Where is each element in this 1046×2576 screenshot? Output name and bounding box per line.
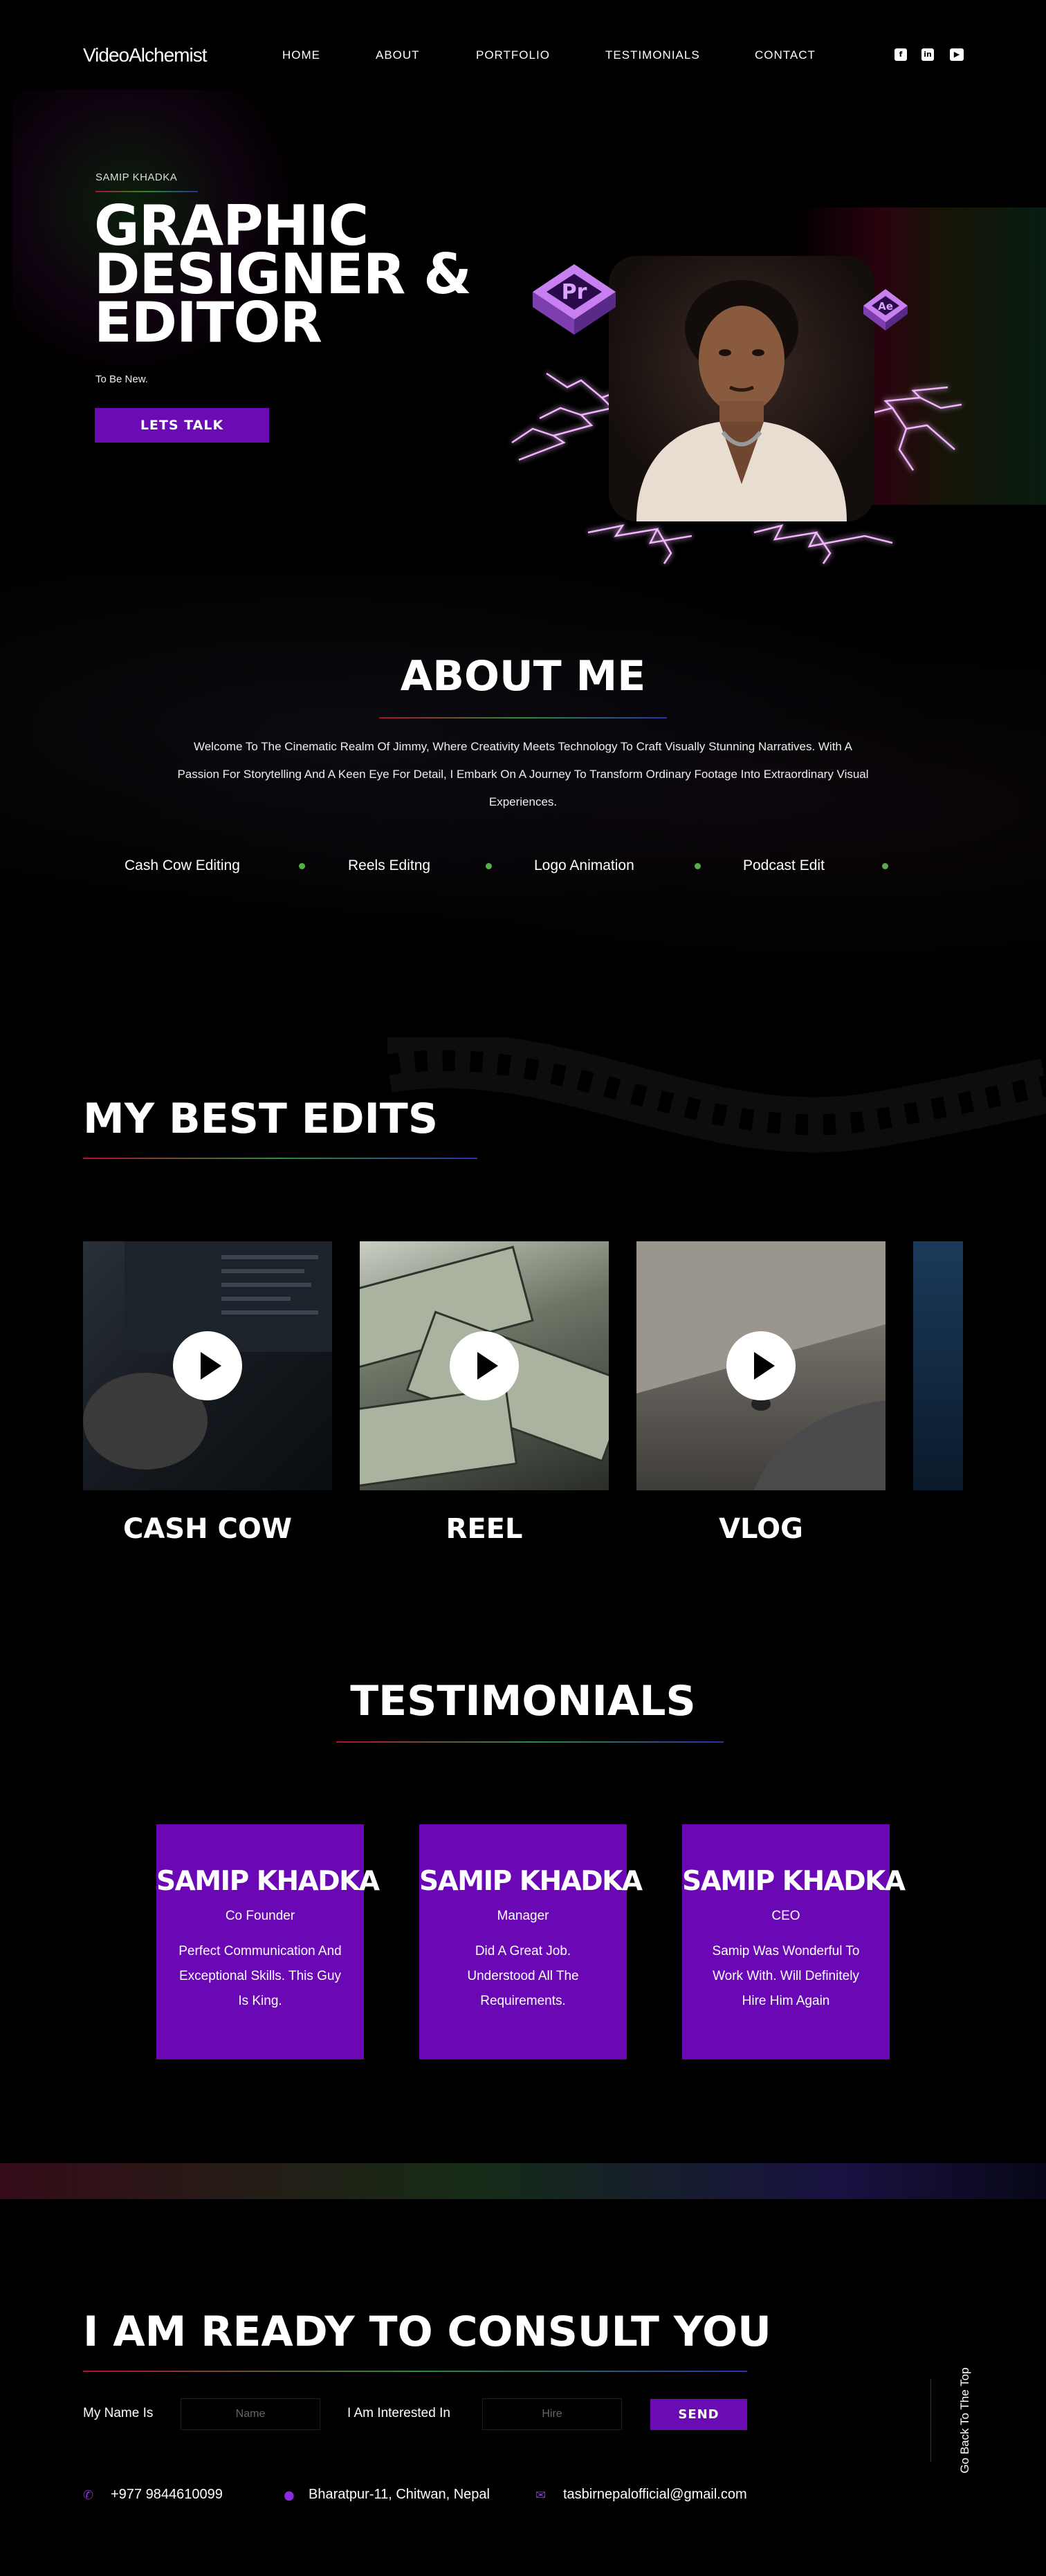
edits-title-underline: [83, 1158, 477, 1159]
name-label: My Name Is: [83, 2406, 154, 2420]
portrait-photo: [609, 256, 874, 521]
person-illustration: [636, 280, 847, 521]
edit-card-vlog[interactable]: [636, 1241, 886, 1490]
youtube-icon[interactable]: ▶: [950, 48, 964, 61]
svg-text:Ae: Ae: [878, 300, 893, 313]
skill-cash-cow-editing: Cash Cow Editing: [125, 858, 240, 873]
hero-name-underline: [95, 191, 198, 192]
about-title: ABOUT ME: [400, 652, 646, 701]
back-to-top-link[interactable]: Go Back To The Top: [958, 2351, 972, 2490]
contact-title: I AM READY TO CONSULT YOU: [83, 2308, 771, 2356]
top-navigation: VideoAlchemist HOME ABOUT PORTFOLIO TEST…: [0, 0, 1046, 83]
location-pin-icon: ●: [284, 2488, 295, 2503]
nav-contact[interactable]: CONTACT: [755, 48, 816, 62]
edit-label-cash-cow: CASH COW: [122, 1513, 292, 1545]
after-effects-icon: Ae: [863, 289, 908, 331]
testimonial-quote: Samip Was Wonderful To Work With. Will D…: [712, 1944, 860, 2008]
testimonial-quote: Perfect Communication And Exceptional Sk…: [178, 1944, 342, 2008]
about-paragraph: Welcome To The Cinematic Realm Of Jimmy,…: [177, 740, 869, 808]
phone-number[interactable]: +977 9844610099: [111, 2487, 223, 2503]
interest-label: I Am Interested In: [347, 2406, 450, 2420]
testimonial-card-2: SAMIP KHADKA Manager Did A Great Job. Un…: [419, 1824, 643, 2059]
play-icon[interactable]: [726, 1331, 796, 1400]
testimonials-title-underline: [336, 1741, 724, 1743]
svg-text:Pr: Pr: [562, 280, 587, 304]
nav-about[interactable]: ABOUT: [376, 48, 420, 62]
nav-testimonials[interactable]: TESTIMONIALS: [605, 48, 700, 62]
testimonial-role: CEO: [771, 1909, 800, 1923]
about-title-underline: [379, 717, 667, 719]
film-strip-decoration: [387, 1037, 1046, 1153]
back-to-top-line: [930, 2379, 931, 2462]
testimonial-name: SAMIP KHADKA: [156, 1866, 380, 1897]
skill-bullet: [695, 863, 701, 869]
skill-podcast-edit: Podcast Edit: [743, 858, 825, 873]
contact-divider-band: [0, 2163, 1046, 2199]
email-address[interactable]: tasbirnepalofficial@gmail.com: [563, 2487, 747, 2503]
testimonial-role: Co Founder: [225, 1909, 295, 1923]
hero-title: GRAPHIC DESIGNER & EDITOR: [94, 198, 509, 351]
contact-title-underline: [83, 2371, 747, 2372]
premiere-pro-icon: Pr: [533, 264, 616, 335]
hero-name: SAMIP KHADKA: [95, 172, 178, 183]
testimonial-name: SAMIP KHADKA: [419, 1866, 643, 1897]
skill-reels-editing: Reels Editng: [348, 858, 431, 873]
edit-card-reel[interactable]: [360, 1241, 609, 1490]
hero-tagline: To Be New.: [95, 373, 148, 385]
lightning-right-icon: [864, 386, 962, 471]
nav-portfolio[interactable]: PORTFOLIO: [476, 48, 550, 62]
edit-card-partial[interactable]: [913, 1241, 963, 1490]
skill-bullet: [882, 863, 888, 869]
testimonial-role: Manager: [497, 1909, 549, 1923]
skill-bullet: [299, 863, 305, 869]
name-input[interactable]: [181, 2398, 320, 2430]
play-icon[interactable]: [450, 1331, 519, 1400]
phone-icon: ✆: [83, 2488, 94, 2503]
testimonial-quote: Did A Great Job. Understood All The Requ…: [467, 1944, 579, 2008]
skill-logo-animation: Logo Animation: [534, 858, 634, 873]
linkedin-icon[interactable]: in: [921, 48, 934, 61]
facebook-icon[interactable]: f: [894, 48, 907, 61]
edit-label-vlog: VLOG: [719, 1513, 803, 1545]
lets-talk-button[interactable]: LETS TALK: [95, 408, 269, 443]
email-icon: ✉: [535, 2488, 547, 2503]
testimonial-name: SAMIP KHADKA: [682, 1866, 906, 1897]
testimonial-card-3: SAMIP KHADKA CEO Samip Was Wonderful To …: [682, 1824, 906, 2059]
testimonials-title: TESTIMONIALS: [350, 1677, 696, 1725]
send-button[interactable]: SEND: [650, 2399, 747, 2430]
address: Bharatpur-11, Chitwan, Nepal: [309, 2487, 490, 2502]
skill-bullet: [486, 863, 492, 869]
edit-label-reel: REEL: [446, 1513, 523, 1545]
play-icon[interactable]: [173, 1331, 242, 1400]
site-logo[interactable]: VideoAlchemist: [83, 44, 207, 66]
interest-input[interactable]: [482, 2398, 622, 2430]
nav-home[interactable]: HOME: [282, 48, 320, 62]
testimonial-card-1: SAMIP KHADKA Co Founder Perfect Communic…: [156, 1824, 380, 2059]
edits-title: MY BEST EDITS: [83, 1095, 439, 1143]
edit-card-cash-cow[interactable]: [83, 1241, 332, 1490]
